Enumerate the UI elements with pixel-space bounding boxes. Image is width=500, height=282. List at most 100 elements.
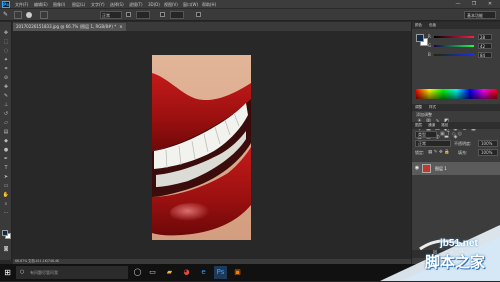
healing-brush-tool-icon[interactable]: ✚ <box>2 84 10 91</box>
green-value-field[interactable]: 42 <box>478 43 492 49</box>
menu-select[interactable]: 选择(S) <box>110 1 124 8</box>
lock-label: 锁定: <box>415 150 425 155</box>
brush-panel-toggle[interactable] <box>40 11 48 19</box>
green-slider-track[interactable] <box>434 45 474 47</box>
document-canvas-image[interactable] <box>152 55 251 240</box>
blue-value-field[interactable]: 84 <box>478 52 492 58</box>
options-bar: ✎ 正常 基本功能 <box>0 9 500 21</box>
color-panel-swatches[interactable] <box>416 34 428 46</box>
tab-swatches[interactable]: 色板 <box>429 23 436 27</box>
path-selection-tool-icon[interactable]: ➤ <box>2 174 10 181</box>
brush-tool-icon[interactable]: ✎ <box>2 93 10 100</box>
crop-tool-icon[interactable]: ⌗ <box>2 66 10 73</box>
photoshop-logo: Ps <box>2 1 10 8</box>
zoom-tool-icon[interactable]: ⌕ <box>2 201 10 208</box>
opacity-field[interactable] <box>136 11 150 19</box>
minimize-button[interactable]: — <box>451 0 465 9</box>
layer-row[interactable]: ◉ 图层 1 <box>412 162 500 175</box>
red-value-field[interactable]: 28 <box>478 34 492 40</box>
layer-name[interactable]: 图层 1 <box>435 162 447 175</box>
hand-tool-icon[interactable]: ✋ <box>2 192 10 199</box>
mode-select[interactable]: 正常 <box>100 11 122 19</box>
tab-adjustments[interactable]: 调整 <box>415 105 422 109</box>
color-swatches[interactable] <box>2 230 12 241</box>
adjustments-panel-header: 调整 样式 <box>412 104 500 111</box>
task-view-icon[interactable]: ▭ <box>146 266 159 279</box>
layer-filter-icons[interactable]: ▣T◇◎ <box>440 131 490 138</box>
more-tools-icon[interactable]: ⋯ <box>2 210 10 217</box>
fill-field[interactable]: 100% <box>478 149 498 156</box>
eraser-tool-icon[interactable]: ▱ <box>2 120 10 127</box>
gradient-tool-icon[interactable]: ▤ <box>2 129 10 136</box>
tab-paths[interactable]: 路径 <box>441 123 448 127</box>
blend-mode-select[interactable]: 正常 <box>415 140 451 147</box>
layer-kind-filter[interactable]: 类型 <box>415 131 437 138</box>
menu-edit[interactable]: 编辑(E) <box>34 1 48 8</box>
opacity-field[interactable]: 100% <box>478 140 498 147</box>
menu-layer[interactable]: 图层(L) <box>72 1 85 8</box>
blur-tool-icon[interactable]: ◆ <box>2 138 10 145</box>
flow-toggle[interactable] <box>160 12 165 17</box>
opacity-pressure-toggle[interactable] <box>126 12 131 17</box>
rectangle-tool-icon[interactable]: ▭ <box>2 183 10 190</box>
menu-help[interactable]: 帮助(H) <box>202 1 216 8</box>
blue-slider-track[interactable] <box>434 54 474 56</box>
blue-slider[interactable]: B 84 <box>428 52 494 58</box>
window-controls: — ❐ ✕ <box>451 0 499 9</box>
menu-window[interactable]: 窗口(W) <box>183 1 198 8</box>
green-slider[interactable]: G 42 <box>428 43 494 49</box>
opacity-label: 不透明度: <box>454 141 472 146</box>
eyedropper-tool-icon[interactable]: ⊘ <box>2 75 10 82</box>
menu-type[interactable]: 文字(Y) <box>91 1 105 8</box>
microphone-icon[interactable]: ◯ <box>131 266 144 279</box>
move-tool-icon[interactable]: ✥ <box>2 30 10 37</box>
close-button[interactable]: ✕ <box>483 0 497 9</box>
document-tab[interactable]: 20170226151833.jpg @ 66.7% (图层 1, RGB/8#… <box>13 23 126 31</box>
close-tab-icon[interactable]: × <box>119 24 122 29</box>
menu-filter[interactable]: 滤镜(T) <box>129 1 143 8</box>
tab-channels[interactable]: 通道 <box>428 123 435 127</box>
menu-view[interactable]: 视图(V) <box>164 1 178 8</box>
tab-layers[interactable]: 图层 <box>415 123 422 127</box>
panel-foreground-swatch[interactable] <box>416 34 424 42</box>
workspace-select[interactable]: 基本功能 <box>464 11 496 19</box>
marquee-tool-icon[interactable]: ⬚ <box>2 39 10 46</box>
brush-tool-icon[interactable]: ✎ <box>3 11 11 19</box>
pen-tool-icon[interactable]: ✒ <box>2 156 10 163</box>
quick-select-tool-icon[interactable]: ✦ <box>2 57 10 64</box>
lock-icons[interactable]: ▦✎✥🔒 <box>428 149 454 156</box>
tools-panel: ✥ ⬚ ◌ ✦ ⌗ ⊘ ✚ ✎ ⊥ ↺ ▱ ▤ ◆ ● ✒ T ➤ ▭ ✋ ⌕ … <box>0 22 12 260</box>
menu-image[interactable]: 图像(I) <box>53 1 65 8</box>
tab-color[interactable]: 颜色 <box>415 23 422 27</box>
brush-preset-icon[interactable] <box>26 12 32 18</box>
dodge-tool-icon[interactable]: ● <box>2 147 10 154</box>
menu-file[interactable]: 文件(F) <box>15 1 28 8</box>
ps-icon[interactable]: Ps <box>214 266 227 279</box>
edge-icon[interactable]: e <box>197 266 210 279</box>
windows-start-icon[interactable]: ⊞ <box>2 267 13 278</box>
menu-bar: Ps 文件(F) 编辑(E) 图像(I) 图层(L) 文字(Y) 选择(S) 滤… <box>0 0 500 9</box>
tab-styles[interactable]: 样式 <box>429 105 436 109</box>
foreground-color-swatch[interactable] <box>2 230 8 236</box>
restore-button[interactable]: ❐ <box>467 0 481 9</box>
layers-panel-header: 图层 通道 路径 <box>412 122 500 129</box>
clone-stamp-tool-icon[interactable]: ⊥ <box>2 102 10 109</box>
lasso-tool-icon[interactable]: ◌ <box>2 48 10 55</box>
taskbar-search[interactable]: 有问题尽管问我 <box>16 266 128 279</box>
fill-label: 填充: <box>458 150 468 155</box>
firefox-icon[interactable]: ◕ <box>180 266 193 279</box>
red-slider-track[interactable] <box>434 36 474 38</box>
airbrush-toggle[interactable] <box>196 12 201 17</box>
explorer-icon[interactable]: ▰ <box>163 266 176 279</box>
visibility-eye-icon[interactable]: ◉ <box>414 165 420 171</box>
tool-preset-picker[interactable] <box>14 11 22 19</box>
document-tab-bar: 20170226151833.jpg @ 66.7% (图层 1, RGB/8#… <box>13 22 411 31</box>
history-brush-tool-icon[interactable]: ↺ <box>2 111 10 118</box>
menu-3d[interactable]: 3D(D) <box>148 1 160 8</box>
red-slider[interactable]: R 28 <box>428 34 494 40</box>
image-viewer-icon[interactable]: ▣ <box>231 266 244 279</box>
quick-mask-icon[interactable]: ◙ <box>2 246 10 253</box>
document-tab-title: 20170226151833.jpg @ 66.7% (图层 1, RGB/8#… <box>16 24 117 29</box>
flow-field[interactable] <box>170 11 184 19</box>
type-tool-icon[interactable]: T <box>2 165 10 172</box>
